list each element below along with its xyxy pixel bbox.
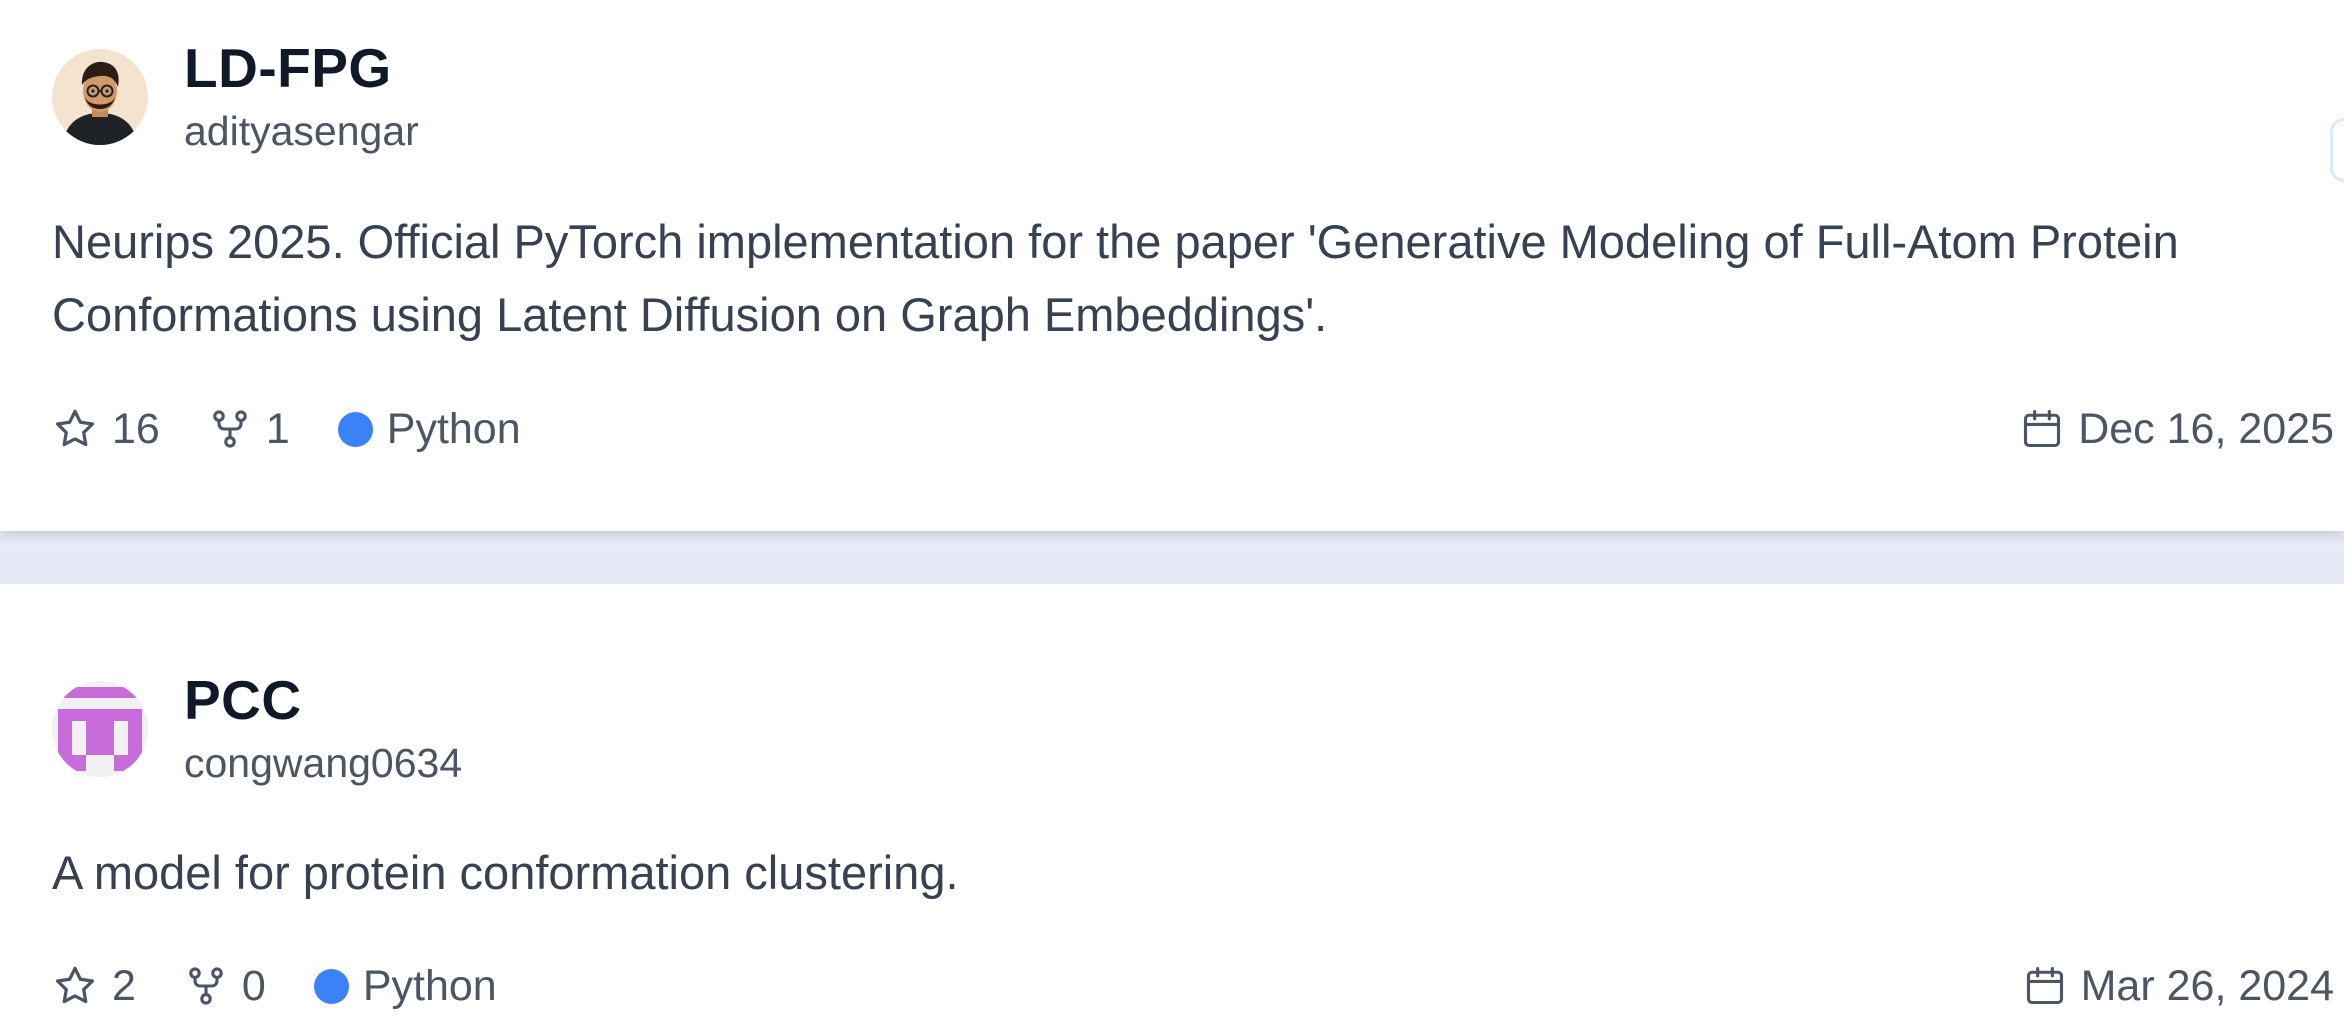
repo-name[interactable]: LD-FPG <box>184 33 419 103</box>
identicon-avatar-icon <box>52 681 148 777</box>
repo-date: Dec 16, 2025 <box>2020 401 2334 457</box>
calendar-icon <box>2024 410 2061 448</box>
forks-count: 0 <box>184 962 266 1011</box>
person-avatar-icon <box>52 49 148 145</box>
repo-card[interactable]: PCC congwang0634 A model for protein con… <box>0 584 2344 1034</box>
repo-owner[interactable]: adityasengar <box>184 105 419 157</box>
fork-icon <box>213 410 247 448</box>
repo-header: LD-FPG adityasengar <box>52 37 419 157</box>
star-icon <box>55 966 95 1004</box>
stars-value: 2 <box>112 961 136 1010</box>
stars-value: 16 <box>112 404 160 453</box>
language-label: Python <box>362 961 497 1010</box>
calendar-icon <box>2026 967 2063 1005</box>
repo-header: PCC congwang0634 <box>52 669 462 789</box>
star-icon <box>55 409 95 447</box>
language: Python <box>313 961 497 1011</box>
forks-value: 1 <box>265 404 290 453</box>
repo-card[interactable]: LD-FPG adityasengar Neurips 2025. Offici… <box>0 0 2344 531</box>
language-color-dot <box>337 411 373 447</box>
repo-owner[interactable]: congwang0634 <box>184 737 462 789</box>
repo-description: A model for protein conformation cluster… <box>52 846 959 899</box>
repo-description: Neurips 2025. Official PyTorch implement… <box>52 215 2179 341</box>
date-value: Dec 16, 2025 <box>2078 404 2334 453</box>
stars-count: 2 <box>52 962 136 1011</box>
stars-count: 16 <box>52 405 160 454</box>
language-label: Python <box>386 404 521 453</box>
repo-meta: 2 0 Python Mar 26, 2024 <box>52 958 2344 1014</box>
language: Python <box>337 404 521 454</box>
owner-avatar[interactable] <box>52 49 148 145</box>
language-color-dot <box>313 968 349 1004</box>
repo-meta: 16 1 Python Dec 16, 2025 <box>52 401 2344 457</box>
date-value: Mar 26, 2024 <box>2080 961 2334 1010</box>
scroll-edge <box>2330 118 2344 182</box>
fork-icon <box>189 967 223 1005</box>
forks-value: 0 <box>241 961 266 1010</box>
repo-name[interactable]: PCC <box>184 665 462 735</box>
forks-count: 1 <box>208 405 290 454</box>
repo-date: Mar 26, 2024 <box>2023 958 2334 1014</box>
owner-avatar[interactable] <box>52 681 148 777</box>
